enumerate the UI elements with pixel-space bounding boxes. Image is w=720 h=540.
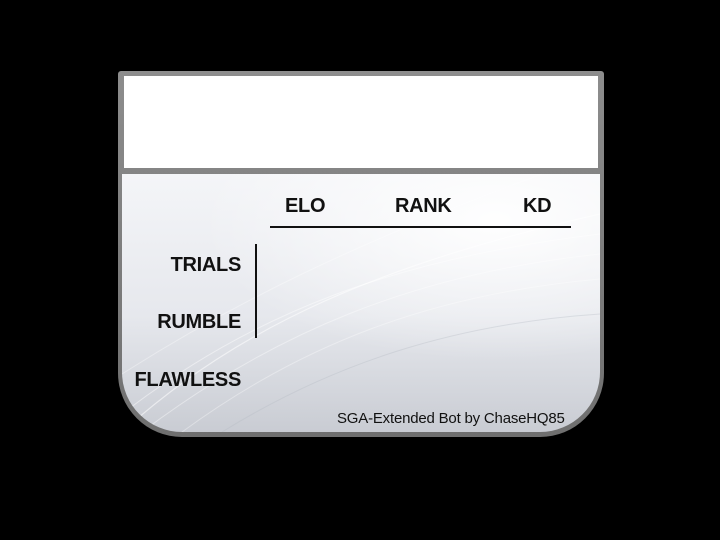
row-label-flawless: FLAWLESS [134, 369, 242, 391]
row-label-trials: TRIALS [170, 254, 242, 276]
footer-credit: SGA-Extended Bot by ChaseHQ85 [337, 410, 565, 427]
column-header-elo: ELO [285, 195, 326, 217]
row-label-rumble: RUMBLE [157, 311, 241, 333]
column-header-divider [270, 226, 571, 228]
column-header-kd: KD [523, 195, 552, 217]
row-label-divider [255, 244, 257, 338]
column-header-rank: RANK [395, 195, 452, 217]
header-box [124, 76, 598, 168]
stats-card-canvas: ELO RANK KD TRIALS RUMBLE FLAWLESS SGA-E… [0, 0, 720, 540]
